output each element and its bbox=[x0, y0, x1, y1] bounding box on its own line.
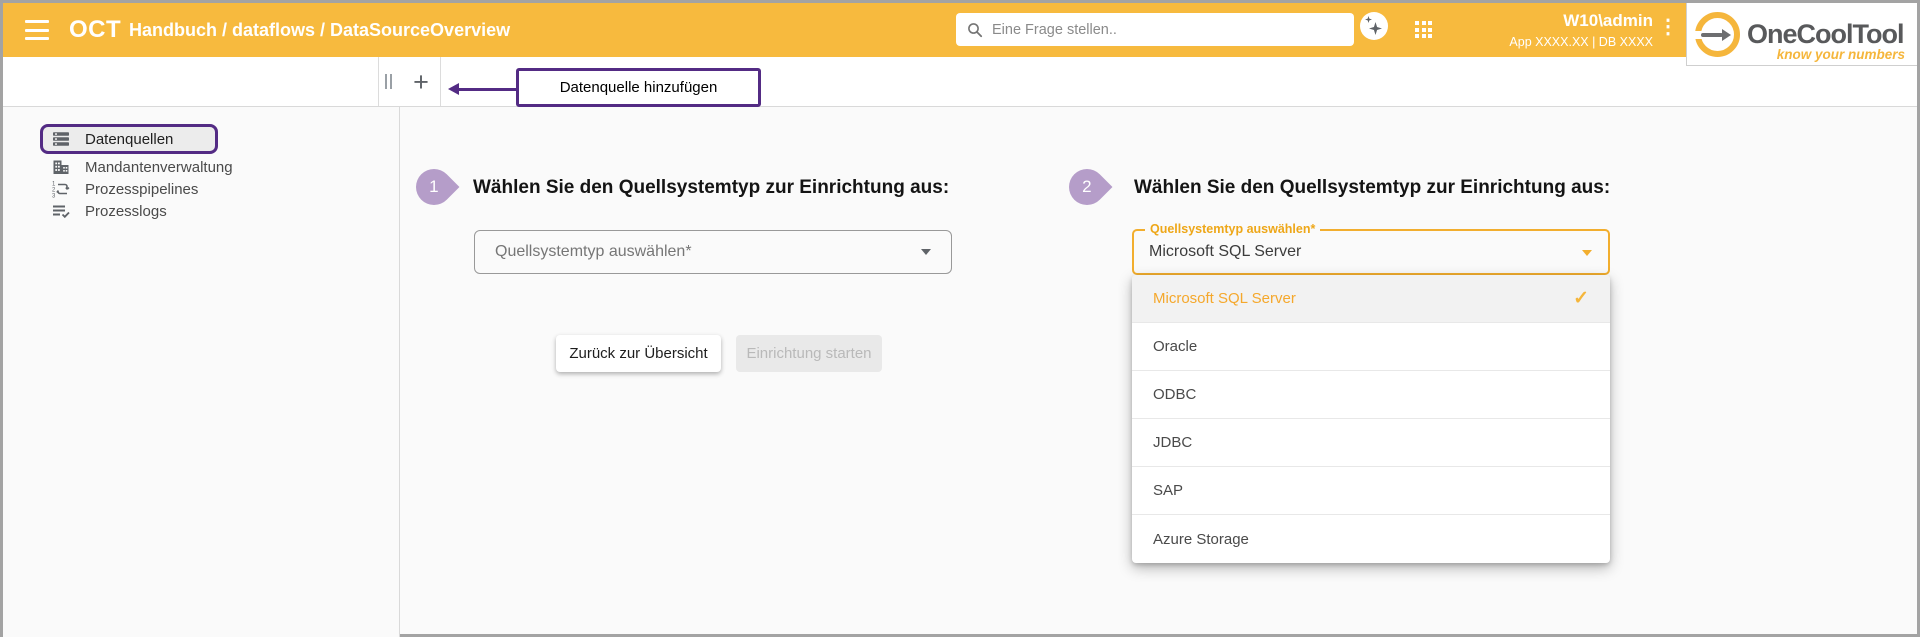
option-label: Azure Storage bbox=[1153, 530, 1249, 548]
app-header: OCT Handbuch / dataflows / DataSourceOve… bbox=[3, 3, 1917, 57]
back-to-overview-button[interactable]: Zurück zur Übersicht bbox=[556, 335, 721, 372]
hamburger-menu-icon[interactable] bbox=[25, 20, 49, 40]
source-type-select[interactable]: Quellsystemtyp auswählen* bbox=[474, 230, 952, 274]
brand-logo: OneCoolTool know your numbers bbox=[1686, 3, 1917, 66]
source-type-dropdown: Microsoft SQL Server ✓ Oracle ODBC JDBC … bbox=[1132, 275, 1610, 563]
sparkle-icon bbox=[1369, 22, 1382, 35]
sidebar-item-prozesslogs[interactable]: Prozesslogs bbox=[52, 202, 167, 220]
option-sap[interactable]: SAP bbox=[1132, 467, 1610, 515]
source-type-select-open[interactable]: Quellsystemtyp auswählen* Microsoft SQL … bbox=[1132, 222, 1610, 275]
ai-assistant-button[interactable] bbox=[1360, 12, 1388, 40]
logo-ring-icon bbox=[1694, 12, 1740, 57]
sidebar-item-prozesspipelines[interactable]: 1 2 3 Prozesspipelines bbox=[52, 180, 199, 199]
add-datasource-button[interactable]: + bbox=[405, 66, 437, 98]
user-name[interactable]: W10\admin bbox=[1509, 11, 1653, 31]
option-azure-storage[interactable]: Azure Storage bbox=[1132, 515, 1610, 563]
kebab-menu-icon[interactable]: ⋮ bbox=[1658, 17, 1678, 37]
option-oracle[interactable]: Oracle bbox=[1132, 323, 1610, 371]
option-label: Microsoft SQL Server bbox=[1153, 290, 1296, 307]
logo-name: OneCoolTool bbox=[1747, 19, 1904, 49]
sidebar-item-datenquellen[interactable]: Datenquellen bbox=[40, 124, 219, 154]
app-version-info: App XXXX.XX | DB XXXX bbox=[1509, 35, 1653, 49]
list-check-icon bbox=[53, 205, 70, 219]
select-value: Microsoft SQL Server bbox=[1149, 243, 1302, 260]
logo-tagline: know your numbers bbox=[1776, 47, 1905, 62]
apps-grid-icon[interactable] bbox=[1415, 21, 1432, 38]
step-2-badge: 2 bbox=[1061, 161, 1113, 213]
sidebar: Datenquellen Mandantenverwaltung 1 2 3 P… bbox=[3, 107, 400, 637]
select-floating-label: Quellsystemtyp auswählen* bbox=[1145, 222, 1321, 236]
sidebar-item-mandantenverwaltung[interactable]: Mandantenverwaltung bbox=[52, 158, 233, 176]
user-area[interactable]: W10\admin App XXXX.XX | DB XXXX bbox=[1509, 11, 1653, 49]
sidebar-item-label: Mandantenverwaltung bbox=[85, 158, 233, 176]
logo-arrow-icon bbox=[1701, 29, 1731, 41]
chevron-down-icon bbox=[1582, 250, 1592, 256]
sidebar-item-label: Prozesslogs bbox=[85, 202, 167, 220]
annotation-label: Datenquelle hinzufügen bbox=[516, 68, 761, 107]
app-title: OCT bbox=[69, 16, 122, 43]
numbered-pipeline-icon: 1 2 3 bbox=[52, 182, 70, 199]
step-1-heading: Wählen Sie den Quellsystemtyp zur Einric… bbox=[473, 177, 950, 198]
sidebar-item-label: Datenquellen bbox=[85, 130, 174, 148]
step-2-heading: Wählen Sie den Quellsystemtyp zur Einric… bbox=[1134, 177, 1611, 198]
option-label: Oracle bbox=[1153, 338, 1198, 355]
option-label: SAP bbox=[1153, 482, 1184, 499]
toolbar-divider bbox=[440, 57, 441, 106]
check-icon: ✓ bbox=[1573, 288, 1589, 309]
search-bar[interactable] bbox=[956, 13, 1354, 46]
chevron-down-icon bbox=[921, 249, 931, 255]
svg-text:3: 3 bbox=[52, 194, 56, 199]
step-1-badge: 1 bbox=[408, 161, 460, 213]
splitter-handle[interactable] bbox=[385, 74, 392, 89]
storage-list-icon bbox=[53, 132, 69, 146]
breadcrumb: Handbuch / dataflows / DataSourceOvervie… bbox=[129, 20, 511, 40]
step-number: 1 bbox=[429, 177, 439, 196]
option-label: ODBC bbox=[1153, 386, 1197, 403]
toolbar-divider bbox=[378, 57, 379, 106]
building-icon bbox=[53, 160, 69, 174]
annotation-arrow-icon bbox=[448, 83, 516, 95]
search-icon bbox=[968, 22, 983, 37]
option-microsoft-sql-server[interactable]: Microsoft SQL Server ✓ bbox=[1132, 275, 1610, 323]
step-number: 2 bbox=[1082, 177, 1092, 196]
start-setup-button[interactable]: Einrichtung starten bbox=[736, 335, 882, 372]
sparkle-icon bbox=[1365, 16, 1372, 23]
select-placeholder: Quellsystemtyp auswählen* bbox=[495, 243, 692, 260]
option-jdbc[interactable]: JDBC bbox=[1132, 419, 1610, 467]
option-label: JDBC bbox=[1153, 434, 1193, 451]
option-odbc[interactable]: ODBC bbox=[1132, 371, 1610, 419]
tab-toolbar: + Datenquelle hinzufügen bbox=[3, 57, 1917, 107]
sidebar-item-label: Prozesspipelines bbox=[85, 180, 199, 198]
search-input[interactable] bbox=[992, 21, 1343, 38]
